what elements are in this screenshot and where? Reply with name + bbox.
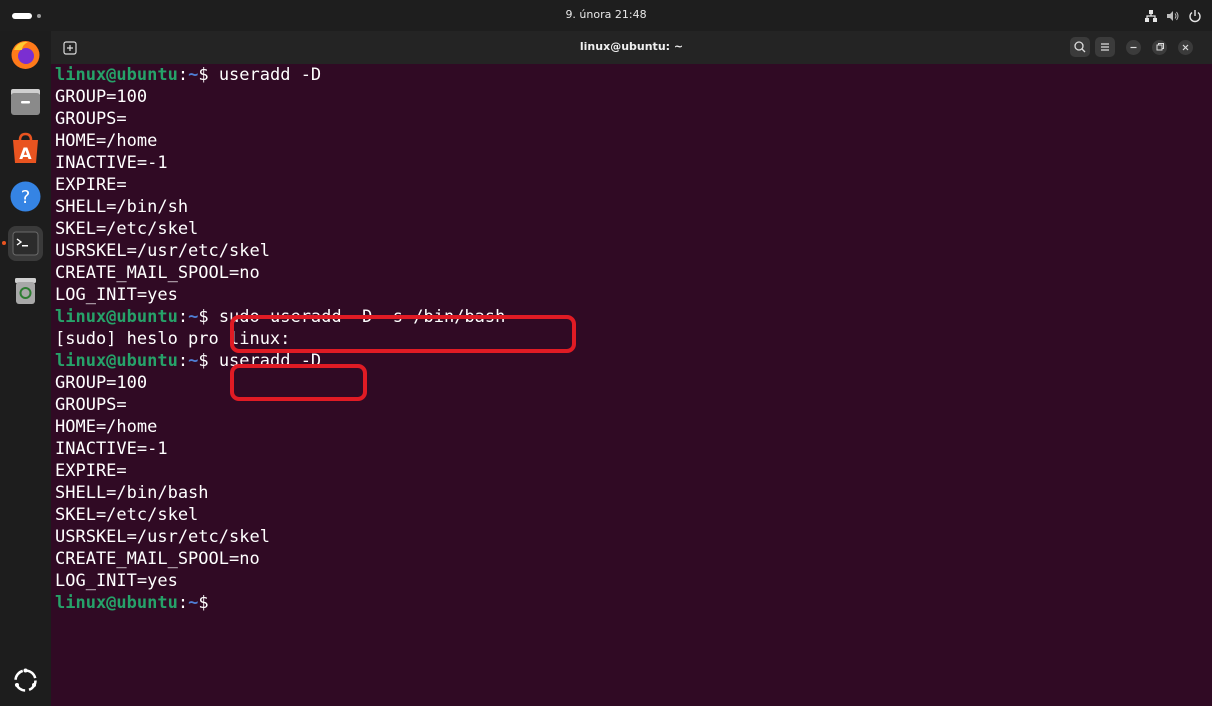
app-center-icon[interactable]: A xyxy=(8,131,43,166)
output-text: LOG_INIT=yes xyxy=(55,571,178,591)
files-icon[interactable] xyxy=(8,84,43,119)
output-text: SKEL=/etc/skel xyxy=(55,219,199,239)
output-text: USRSKEL=/usr/etc/skel xyxy=(55,527,270,547)
command-text: useradd -D xyxy=(218,65,322,85)
prompt-user: linux@ubuntu xyxy=(55,351,178,371)
prompt-path: ~ xyxy=(188,593,199,613)
prompt-path: ~ xyxy=(188,307,199,327)
minimize-icon xyxy=(1130,46,1137,49)
prompt-line: linux@ubuntu:~$ xyxy=(55,592,1205,614)
system-tray[interactable] xyxy=(1144,7,1202,23)
output-text: SHELL=/bin/bash xyxy=(55,483,209,503)
output-line: SKEL=/etc/skel xyxy=(55,504,1205,526)
prompt-line: linux@ubuntu:~$ useradd -D xyxy=(55,350,1205,372)
running-indicator xyxy=(2,241,6,245)
output-line: EXPIRE= xyxy=(55,460,1205,482)
output-line: SKEL=/etc/skel xyxy=(55,218,1205,240)
output-text: HOME=/home xyxy=(55,131,158,151)
minimize-button[interactable] xyxy=(1126,40,1141,55)
highlight-sudo-command xyxy=(230,315,576,353)
prompt-symbol: $ xyxy=(198,65,219,85)
output-line: GROUP=100 xyxy=(55,86,1205,108)
output-text: GROUP=100 xyxy=(55,87,148,107)
close-button[interactable] xyxy=(1178,40,1193,55)
restore-icon xyxy=(1156,43,1164,51)
prompt-path: ~ xyxy=(188,351,199,371)
output-text: SKEL=/etc/skel xyxy=(55,505,199,525)
output-line: GROUPS= xyxy=(55,108,1205,130)
prompt-line: linux@ubuntu:~$ sudo useradd -D -s /bin/… xyxy=(55,306,1205,328)
output-text: GROUP=100 xyxy=(55,373,148,393)
output-text: SHELL=/bin/sh xyxy=(55,197,189,217)
output-text: EXPIRE= xyxy=(55,461,127,481)
output-line: LOG_INIT=yes xyxy=(55,570,1205,592)
terminal-output[interactable]: linux@ubuntu:~$ useradd -D GROUP=100 GROUP… xyxy=(55,64,1205,614)
output-line: LOG_INIT=yes xyxy=(55,284,1205,306)
clock[interactable]: 9. února 21:48 xyxy=(0,8,1212,21)
prompt-colon: : xyxy=(177,307,189,327)
prompt-user: linux@ubuntu xyxy=(55,593,178,613)
output-text: GROUPS= xyxy=(55,395,127,415)
output-text: INACTIVE=-1 xyxy=(55,439,168,459)
output-line: [sudo] heslo pro linux: xyxy=(55,328,1205,350)
volume-icon xyxy=(1166,8,1180,22)
prompt-line: linux@ubuntu:~$ useradd -D xyxy=(55,64,1205,86)
terminal-headerbar: linux@ubuntu: ~ xyxy=(51,31,1212,64)
output-line: HOME=/home xyxy=(55,416,1205,438)
dock: A ? xyxy=(0,31,51,706)
output-text: EXPIRE= xyxy=(55,175,127,195)
output-text: INACTIVE=-1 xyxy=(55,153,168,173)
output-text: LOG_INIT=yes xyxy=(55,285,178,305)
close-icon xyxy=(1182,44,1189,51)
restore-button[interactable] xyxy=(1152,40,1167,55)
firefox-icon[interactable] xyxy=(8,37,43,72)
output-line: EXPIRE= xyxy=(55,174,1205,196)
output-line: SHELL=/bin/bash xyxy=(55,482,1205,504)
output-text: CREATE_MAIL_SPOOL=no xyxy=(55,549,260,569)
output-line: USRSKEL=/usr/etc/skel xyxy=(55,526,1205,548)
prompt-user: linux@ubuntu xyxy=(55,65,178,85)
svg-text:?: ? xyxy=(21,187,31,208)
output-line: CREATE_MAIL_SPOOL=no xyxy=(55,548,1205,570)
output-line: HOME=/home xyxy=(55,130,1205,152)
search-button[interactable] xyxy=(1070,37,1090,57)
output-line: SHELL=/bin/sh xyxy=(55,196,1205,218)
terminal-icon[interactable] xyxy=(8,226,43,261)
output-text: CREATE_MAIL_SPOOL=no xyxy=(55,263,260,283)
prompt-colon: : xyxy=(177,65,189,85)
prompt-colon: : xyxy=(177,593,189,613)
search-icon xyxy=(1074,41,1086,53)
output-text: GROUPS= xyxy=(55,109,127,129)
output-line: INACTIVE=-1 xyxy=(55,152,1205,174)
svg-text:A: A xyxy=(19,144,32,163)
highlight-useradd-command xyxy=(230,364,367,401)
prompt-path: ~ xyxy=(188,65,199,85)
power-icon xyxy=(1188,8,1202,23)
hamburger-icon xyxy=(1101,43,1109,51)
output-line: GROUP=100 xyxy=(55,372,1205,394)
output-line: INACTIVE=-1 xyxy=(55,438,1205,460)
output-text: USRSKEL=/usr/etc/skel xyxy=(55,241,270,261)
trash-icon[interactable] xyxy=(8,273,43,308)
show-apps-icon[interactable] xyxy=(8,663,43,698)
prompt-user: linux@ubuntu xyxy=(55,307,178,327)
output-line: GROUPS= xyxy=(55,394,1205,416)
output-line: USRSKEL=/usr/etc/skel xyxy=(55,240,1205,262)
menu-button[interactable] xyxy=(1095,37,1115,57)
prompt-symbol: $ xyxy=(198,593,219,613)
output-text: HOME=/home xyxy=(55,417,158,437)
top-bar: 9. února 21:48 xyxy=(0,0,1212,31)
network-icon xyxy=(1144,8,1158,22)
prompt-symbol: $ xyxy=(198,351,219,371)
help-icon[interactable]: ? xyxy=(8,179,43,214)
prompt-symbol: $ xyxy=(198,307,219,327)
output-line: CREATE_MAIL_SPOOL=no xyxy=(55,262,1205,284)
window-title: linux@ubuntu: ~ xyxy=(579,40,684,53)
prompt-colon: : xyxy=(177,351,189,371)
